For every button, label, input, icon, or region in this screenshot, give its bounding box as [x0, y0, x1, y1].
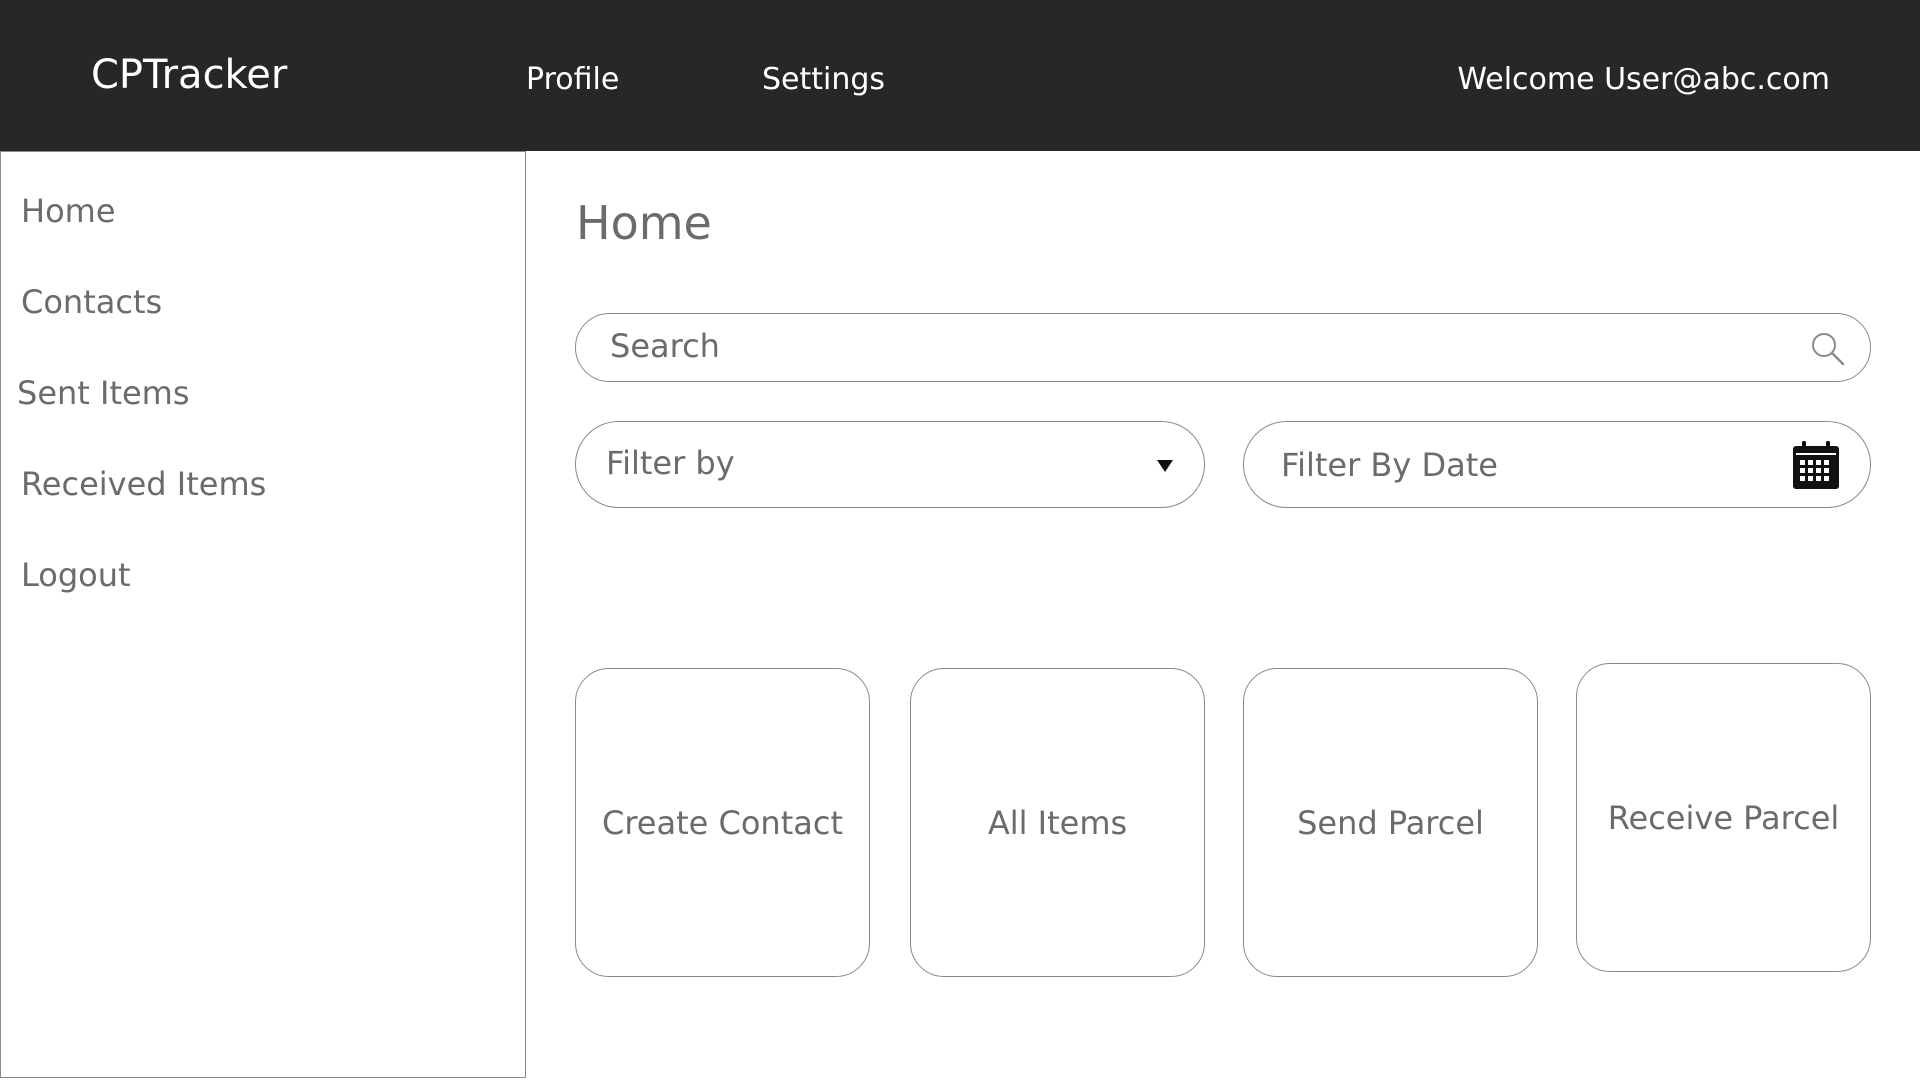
nav-profile-link[interactable]: Profile: [526, 62, 619, 97]
search-bar[interactable]: Search: [575, 313, 1871, 382]
send-parcel-label: Send Parcel: [1297, 803, 1484, 842]
sidebar-item-home[interactable]: Home: [21, 192, 116, 230]
receive-parcel-card[interactable]: Receive Parcel: [1576, 663, 1871, 972]
sidebar-item-contacts[interactable]: Contacts: [21, 283, 162, 321]
send-parcel-card[interactable]: Send Parcel: [1243, 668, 1538, 977]
filter-by-value: Filter by: [606, 444, 735, 482]
sidebar-item-sent-items[interactable]: Sent Items: [17, 374, 190, 412]
create-contact-card[interactable]: Create Contact: [575, 668, 870, 977]
caret-down-icon[interactable]: [1156, 459, 1174, 473]
welcome-user-text: Welcome User@abc.com: [1457, 62, 1830, 97]
sidebar-item-logout[interactable]: Logout: [21, 556, 131, 594]
all-items-card[interactable]: All Items: [910, 668, 1205, 977]
search-icon[interactable]: [1810, 331, 1846, 367]
filter-by-date-value: Filter By Date: [1281, 446, 1498, 484]
app-brand[interactable]: CPTracker: [91, 52, 287, 98]
create-contact-label: Create Contact: [602, 803, 843, 842]
top-navbar: CPTracker Profile Settings Welcome User@…: [0, 0, 1920, 151]
receive-parcel-label: Receive Parcel: [1607, 798, 1840, 837]
filter-by-dropdown[interactable]: Filter by: [575, 421, 1205, 508]
page-title: Home: [576, 196, 712, 250]
filter-by-date-field[interactable]: Filter By Date: [1243, 421, 1871, 508]
sidebar-item-received-items[interactable]: Received Items: [21, 465, 266, 503]
calendar-icon[interactable]: [1792, 440, 1840, 490]
all-items-label: All Items: [987, 803, 1128, 842]
nav-settings-link[interactable]: Settings: [762, 62, 885, 97]
sidebar: Home Contacts Sent Items Received Items …: [0, 151, 526, 1078]
search-input[interactable]: Search: [610, 327, 720, 365]
